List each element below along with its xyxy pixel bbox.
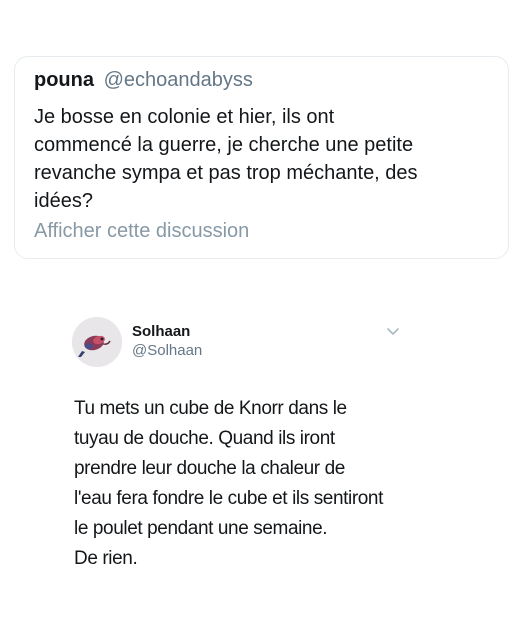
chevron-down-icon[interactable]	[385, 326, 401, 338]
reply-author-name[interactable]: Solhaan	[132, 323, 190, 341]
quoted-author-handle[interactable]: @echoandabyss	[104, 69, 253, 91]
reply-text-line: le poulet pendant une semaine.	[74, 518, 328, 539]
quoted-tweet-card[interactable]: pouna @echoandabyss Je bosse en colonie …	[14, 56, 509, 259]
reply-text-line: l'eau fera fondre le cube et ils sentiro…	[74, 488, 383, 509]
reply-author-handle[interactable]: @Solhaan	[132, 342, 202, 360]
quoted-tweet-header: pouna @echoandabyss	[34, 67, 253, 93]
show-thread-link[interactable]: Afficher cette discussion	[34, 217, 249, 245]
reply-text-line: De rien.	[74, 548, 138, 569]
reply-text-line: Tu mets un cube de Knorr dans le	[74, 398, 347, 419]
reply-text-line: prendre leur douche la chaleur de	[74, 458, 345, 479]
avatar-image	[72, 317, 122, 367]
reply-text-line: tuyau de douche. Quand ils iront	[74, 428, 335, 449]
quoted-author-name[interactable]: pouna	[34, 69, 94, 91]
avatar[interactable]	[72, 317, 122, 367]
quoted-tweet-text: Je bosse en colonie et hier, ils ont com…	[34, 106, 418, 212]
reply-tweet: Solhaan @Solhaan Tu mets un cube de Knor…	[0, 300, 512, 640]
screenshot-page: pouna @echoandabyss Je bosse en colonie …	[0, 0, 512, 640]
reply-tweet-text: Tu mets un cube de Knorr dans le tuyau d…	[74, 394, 434, 574]
